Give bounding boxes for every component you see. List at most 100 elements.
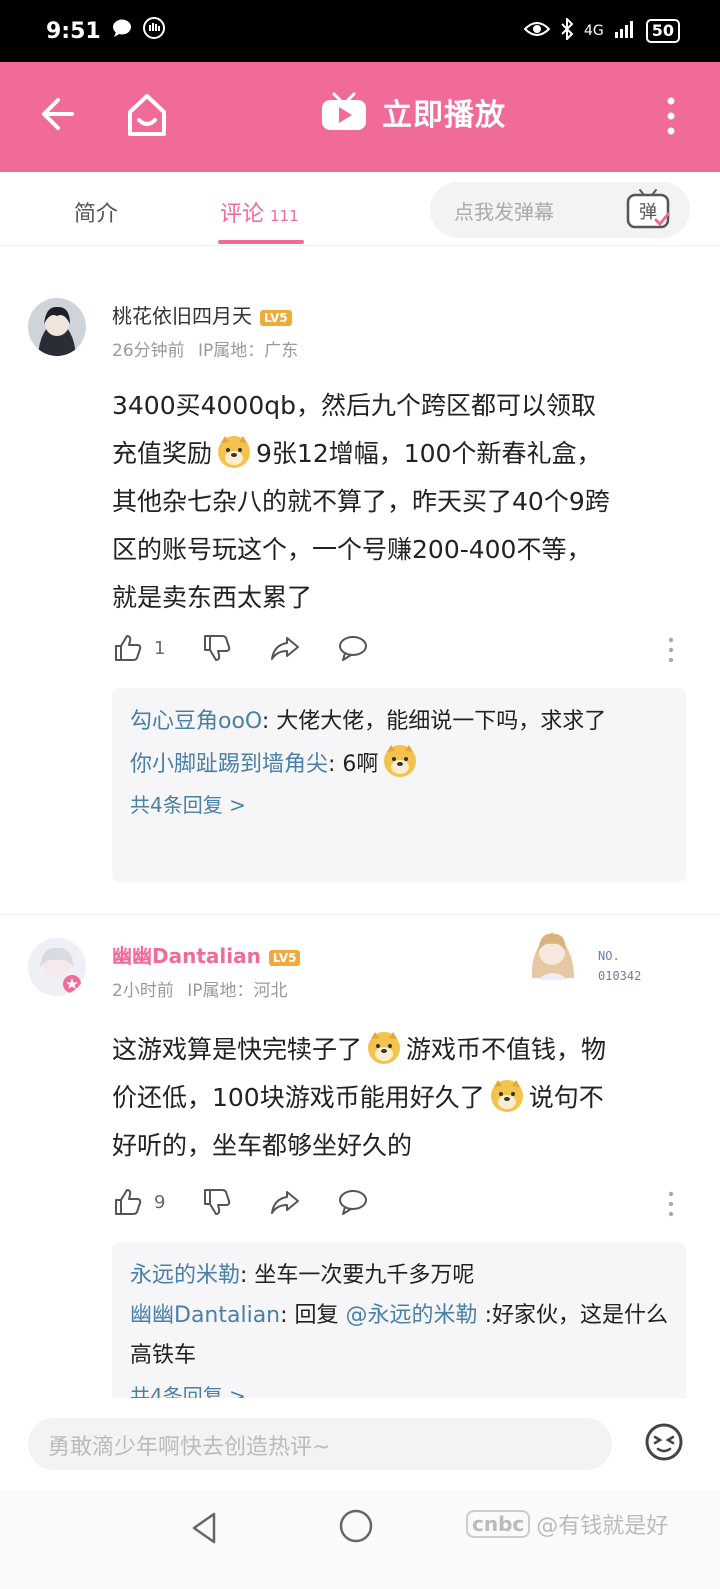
- comment-line: 区的账号玩这个，一个号赚200-400不等，: [112, 535, 592, 564]
- network-label: 4G: [583, 23, 604, 39]
- comment-more-icon[interactable]: [666, 1190, 676, 1218]
- emoji-picker-icon[interactable]: [644, 1422, 684, 1462]
- dislike-button[interactable]: [201, 1186, 233, 1218]
- tab-active-indicator: [218, 240, 304, 244]
- comment-body[interactable]: 3400买4000qb，然后九个跨区都可以领取 充值奖励 9张12增幅，100个新…: [112, 382, 702, 622]
- tv-play-icon: [322, 92, 366, 130]
- comment-meta: 2小时前 IP属地：河北: [112, 976, 288, 1001]
- comment-line: 就是卖东西太累了: [112, 583, 313, 612]
- comment-line: 好听的，坐车都够坐好久的: [112, 1131, 413, 1160]
- like-button[interactable]: 9: [112, 1186, 165, 1218]
- comment-bubble-icon: [339, 1190, 368, 1215]
- reply-text: 6啊: [342, 752, 379, 777]
- reply-username[interactable]: 勾心豆角ooO: [130, 709, 262, 734]
- danmaku-tv-icon: 弹: [626, 189, 670, 229]
- reply-item: 你小脚趾踢到墙角尖: 6啊: [130, 742, 668, 785]
- comment-ip: IP属地：广东: [198, 341, 299, 361]
- comment-line: 这游戏算是快完犊子了 游戏币不值钱，物: [112, 1026, 702, 1074]
- comment-body[interactable]: 这游戏算是快完犊子了 游戏币不值钱，物 价还低，100块游戏币能用好久了 说句不 好…: [112, 1026, 702, 1170]
- comment-meta: 26分钟前 IP属地：广东: [112, 336, 298, 361]
- hand-icon: [142, 17, 165, 45]
- reply-preview[interactable]: 永远的米勒: 坐车一次要九千多万呢 幽幽Dantalian: 回复 @永远的米勒…: [112, 1242, 686, 1398]
- view-all-replies-link[interactable]: 共4条回复 >: [130, 1376, 668, 1398]
- watermark-text: @有钱就是好: [536, 1514, 669, 1539]
- share-button[interactable]: [269, 632, 301, 664]
- danmaku-toggle-button[interactable]: 弹: [624, 186, 672, 232]
- system-nav-bar: cnbc @有钱就是好: [0, 1490, 720, 1589]
- status-bar: 9:51 4G 50: [0, 0, 720, 62]
- comment-line: 其他杂七杂八的就不算了，昨天买了40个9跨: [112, 487, 610, 516]
- tab-intro[interactable]: 简介: [74, 196, 118, 228]
- username[interactable]: 幽幽Dantalian LV5: [112, 940, 301, 969]
- like-button[interactable]: 1: [112, 632, 165, 664]
- comment-text: 9张12增幅，100个新春礼盒，: [256, 439, 602, 468]
- signal-icon: [614, 20, 636, 42]
- level-badge: LV5: [268, 949, 301, 966]
- bluetooth-icon: [560, 16, 574, 44]
- nav-home-icon[interactable]: [338, 1508, 374, 1544]
- reply-item: 幽幽Dantalian: 回复 @永远的米勒 :好家伙，这是什么高铁车: [130, 1303, 668, 1368]
- reply-button[interactable]: [337, 1186, 369, 1218]
- doge-emoji-icon: [218, 436, 251, 468]
- tab-comments-count: 111: [270, 207, 299, 225]
- share-button[interactable]: [269, 1186, 301, 1218]
- share-icon: [271, 1191, 300, 1214]
- play-now-button[interactable]: 立即播放: [320, 90, 506, 134]
- comment-text: 游戏币不值钱，物: [406, 1035, 607, 1064]
- like-count: 9: [154, 1191, 166, 1213]
- comment-input-bar: 勇敢滴少年啊快去创造热评~: [0, 1398, 720, 1490]
- reply-text: 回复: [294, 1303, 339, 1328]
- reply-button[interactable]: [337, 632, 369, 664]
- comment-more-icon[interactable]: [666, 636, 676, 664]
- battery-icon: 50: [645, 19, 680, 43]
- tab-comments-label: 评论: [220, 202, 265, 227]
- comment-time: 2小时前: [112, 981, 174, 1001]
- thumbs-down-icon: [204, 635, 231, 661]
- chat-bubble-icon: [111, 17, 133, 45]
- view-all-replies-link[interactable]: 共4条回复 >: [130, 785, 668, 825]
- comment-text: 价还低，100块游戏币能用好久了: [112, 1083, 485, 1112]
- comment-line: 3400买4000qb，然后九个跨区都可以领取: [112, 391, 596, 420]
- comment-time: 26分钟前: [112, 341, 185, 361]
- comment-input[interactable]: 勇敢滴少年啊快去创造热评~: [28, 1418, 612, 1470]
- doge-emoji-icon: [368, 1032, 401, 1064]
- thumbs-down-icon: [204, 1189, 231, 1215]
- tab-bar: 简介 评论 111 点我发弹幕 弹: [0, 172, 720, 246]
- top-app-bar: 立即播放: [0, 62, 720, 172]
- tab-comments[interactable]: 评论 111: [220, 196, 299, 228]
- reply-text: 大佬大佬，能细说一下吗，求求了: [276, 709, 607, 734]
- medal-no-value: 010342: [598, 969, 642, 983]
- reply-preview[interactable]: 勾心豆角ooO: 大佬大佬，能细说一下吗，求求了 你小脚趾踢到墙角尖: 6啊 共…: [112, 688, 686, 882]
- comment-ip: IP属地：河北: [187, 981, 288, 1001]
- comment-line: 充值奖励 9张12增幅，100个新春礼盒，: [112, 430, 702, 478]
- medal-no-prefix: NO.: [598, 949, 620, 963]
- doge-emoji-icon: [490, 1080, 523, 1112]
- nav-back-icon[interactable]: [188, 1510, 220, 1546]
- reply-username[interactable]: 你小脚趾踢到墙角尖: [130, 752, 328, 777]
- comment-actions: 1: [112, 632, 405, 664]
- comment-actions: 9: [112, 1186, 405, 1218]
- username-text: 幽幽Dantalian: [112, 944, 261, 968]
- watermark: cnbc @有钱就是好: [466, 1508, 668, 1540]
- thumbs-up-icon: [115, 1189, 142, 1215]
- fan-medal-icon[interactable]: [518, 918, 588, 992]
- reply-item: 永远的米勒: 坐车一次要九千多万呢: [130, 1263, 475, 1288]
- level-badge: LV5: [260, 309, 292, 326]
- back-arrow-icon[interactable]: [36, 94, 76, 134]
- username[interactable]: 桃花依旧四月天 LV5: [112, 300, 292, 329]
- reply-mention[interactable]: @永远的米勒: [346, 1303, 478, 1328]
- divider: [0, 914, 720, 915]
- reply-username[interactable]: 幽幽Dantalian: [130, 1303, 280, 1328]
- comment-bubble-icon: [339, 636, 368, 661]
- home-icon[interactable]: [126, 92, 168, 138]
- reply-item: 勾心豆角ooO: 大佬大佬，能细说一下吗，求求了: [130, 709, 607, 734]
- avatar[interactable]: [28, 938, 86, 996]
- more-menu-icon[interactable]: [664, 96, 678, 136]
- dislike-button[interactable]: [201, 632, 233, 664]
- fan-medal-number: NO. 010342: [598, 946, 641, 986]
- comment-text: 这游戏算是快完犊子了: [112, 1035, 363, 1064]
- reply-username[interactable]: 永远的米勒: [130, 1263, 240, 1288]
- doge-emoji-icon: [384, 745, 417, 777]
- reply-text: 坐车一次要九千多万呢: [254, 1263, 475, 1288]
- avatar[interactable]: [28, 298, 86, 356]
